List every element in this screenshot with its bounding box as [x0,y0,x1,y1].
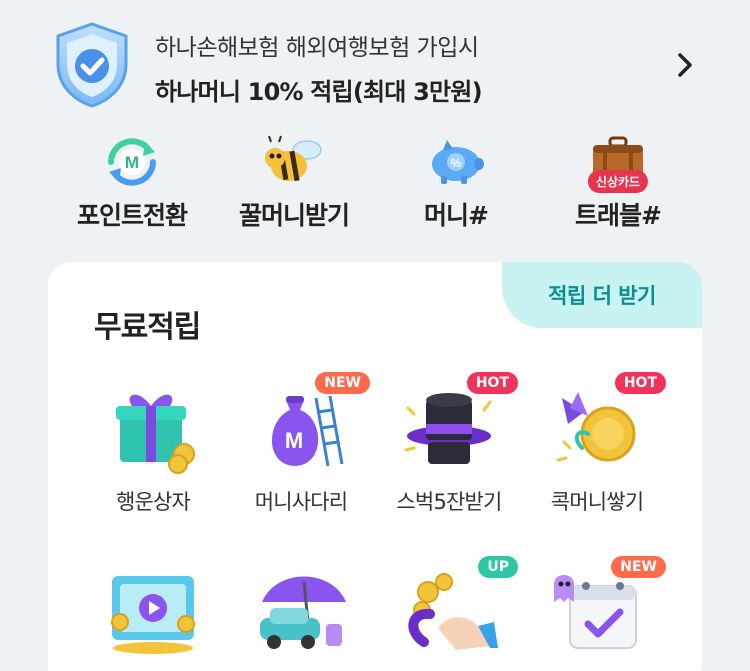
section-title: 무료적립 [94,310,201,345]
free-reward-card: 적립 더 받기 무료적립 행운상자 M NEW 머니사다리 HOT 스벅5잔받기… [48,262,702,671]
calendar-check-icon: NEW [542,556,666,662]
piggy-bank-icon: % [421,134,491,190]
car-umbrella-icon [246,562,356,662]
new-tag: NEW [315,372,370,394]
reward-item-hand-coins[interactable]: UP [374,556,524,670]
earn-more-button[interactable]: 적립 더 받기 [502,262,702,328]
quick-item-label: 포인트전환 [76,201,188,230]
quick-item-travel-sharp[interactable]: 신상카드 트래블# [538,134,698,232]
gift-box-icon [98,378,208,478]
insurance-promo-banner[interactable]: 하나손해보험 해외여행보험 가입시 하나머니 10% 적립(최대 3만원) [0,0,750,120]
new-tag: NEW [611,556,666,578]
coin-pinwheel-icon: HOT [542,372,666,478]
reward-item-kok-money[interactable]: HOT 콕머니쌓기 [522,372,672,516]
reward-item-label: 콕머니쌓기 [550,490,644,514]
video-play-icon [98,562,208,662]
banner-title: 하나머니 10% 적립(최대 3만원) [155,78,483,106]
quick-item-label: 꿀머니받기 [238,201,350,230]
svg-text:M: M [285,428,303,453]
svg-text:M: M [125,153,139,172]
reward-item-car-umbrella[interactable] [226,562,376,670]
reward-item-label: 행운상자 [115,490,191,514]
magic-hat-icon: HOT [394,372,518,478]
reward-item-starbucks[interactable]: HOT 스벅5잔받기 [374,372,524,516]
shield-check-icon [52,20,132,108]
quick-item-point-exchange[interactable]: M 포인트전환 [52,134,212,232]
quick-menu: M 포인트전환 꿀머니받기 % 머니# 신상카드 트래블# [0,134,750,244]
new-card-badge: 신상카드 [587,170,649,193]
reward-item-calendar[interactable]: NEW [522,556,672,670]
point-exchange-icon: M [97,134,167,190]
quick-item-money-sharp[interactable]: % 머니# [376,134,536,232]
quick-item-label: 머니# [424,201,489,230]
reward-item-money-ladder[interactable]: M NEW 머니사다리 [226,372,376,516]
suitcase-icon: 신상카드 [583,134,653,193]
up-tag: UP [478,556,518,578]
banner-subtitle: 하나손해보험 해외여행보험 가입시 [155,35,479,61]
quick-item-label: 트래블# [575,201,662,230]
bee-icon [259,134,329,190]
quick-item-honey-money[interactable]: 꿀머니받기 [214,134,374,232]
hot-tag: HOT [614,372,666,394]
hand-coins-icon: UP [394,556,518,662]
reward-item-video[interactable] [78,562,228,670]
reward-item-label: 스벅5잔받기 [396,490,502,514]
reward-item-label: 머니사다리 [254,490,348,514]
svg-text:%: % [451,156,462,170]
reward-item-lucky-box[interactable]: 행운상자 [78,378,228,516]
hot-tag: HOT [466,372,518,394]
chevron-right-icon[interactable] [670,50,700,80]
money-bag-ladder-icon: M NEW [246,372,370,478]
